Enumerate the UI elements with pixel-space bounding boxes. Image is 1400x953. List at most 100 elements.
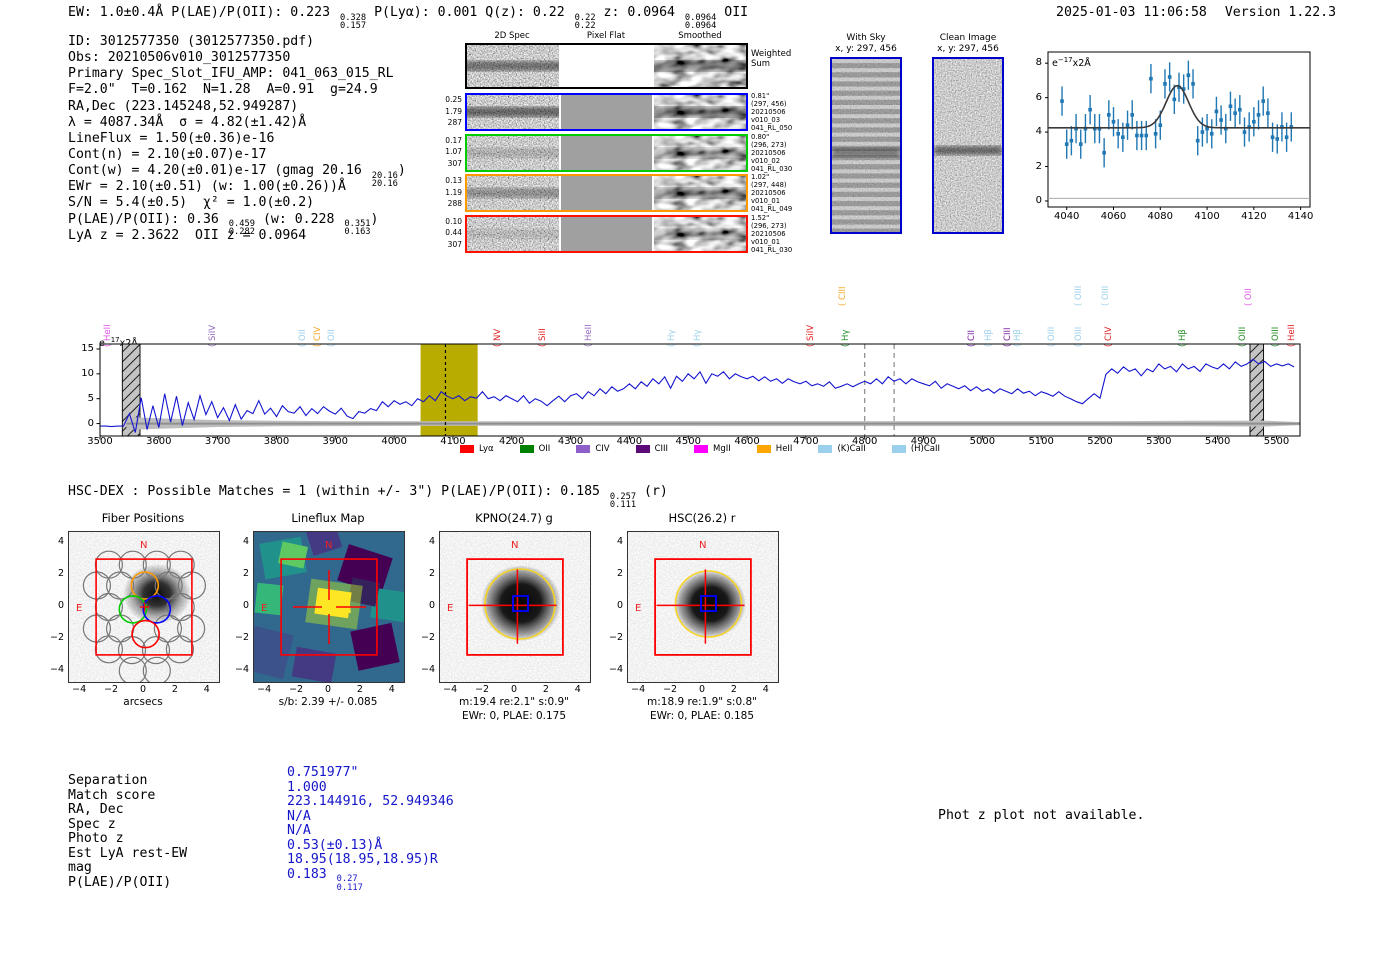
with-sky-coords: x, y: 297, 456 — [835, 44, 897, 54]
spec2d-row-weights: 0.10 0.44 307 — [424, 216, 462, 251]
spec2d-image — [654, 176, 746, 210]
lineflux-image: N E — [254, 532, 404, 682]
meta-line: 0.80" — [751, 132, 770, 141]
info-line: F=2.0" T=0.162 N=1.28 A=0.91 g=24.9 — [68, 82, 378, 98]
stacked-fraction: 20.16 20.16 — [372, 171, 398, 188]
tick-label: −4 — [257, 684, 272, 695]
meta-line: 041_RL_030 — [751, 164, 793, 173]
legend-item: Lyα — [460, 444, 494, 454]
tick-label: 0 — [616, 600, 623, 611]
compass-east: E — [447, 603, 453, 614]
emission-line-label: ( OIII — [1101, 285, 1112, 306]
tick-label: −2 — [475, 684, 490, 695]
meta-line: (296, 273) — [751, 221, 787, 230]
legend-label: (K)CaII — [837, 444, 866, 454]
tick-label: −2 — [289, 684, 304, 695]
stacked-fraction: 0.351 0.163 — [344, 220, 370, 237]
spec2d-header-2dspec: 2D Spec — [494, 31, 530, 41]
clean-image-image — [932, 57, 1004, 234]
summary-line: EW: 1.0±0.4Å P(LAE)/P(OII): 0.223 0.328 0… — [68, 5, 749, 31]
info-line: LineFlux = 1.50(±0.36)e-16 — [68, 130, 275, 146]
info-line: Cont(n) = 2.10(±0.07)e-17 — [68, 146, 267, 162]
spec2d-image — [654, 95, 746, 129]
clean-image-coords: x, y: 297, 456 — [937, 44, 999, 54]
tick-label: 4140 — [1287, 211, 1314, 222]
meta-line: v010_01 — [751, 237, 781, 246]
meta-line: 041_RL_050 — [751, 124, 793, 132]
legend-label: Lyα — [479, 444, 494, 454]
tick-label: 0 — [139, 684, 147, 695]
legend-label: CIII — [654, 444, 669, 454]
tick-label: 4 — [574, 684, 581, 695]
legend-item: (H)CaII — [891, 444, 940, 454]
tick-label: −4 — [608, 663, 623, 675]
spectrum-svg — [96, 343, 1301, 440]
tick-label: 2 — [1035, 160, 1042, 172]
weight-value: 0.10 — [445, 216, 462, 226]
match-row-value: N/A — [287, 808, 311, 824]
spec2d-row-meta: 1.02" (297, 448) 20210506 v010_01 041_RL_049 — [751, 173, 823, 213]
weight-value: 1.79 — [445, 106, 462, 116]
spec2d-row-weights: 0.25 1.79 287 — [424, 94, 462, 129]
fraction-lower: 0.157 — [339, 20, 367, 31]
legend-swatch — [694, 445, 709, 453]
legend-item: OII — [519, 444, 550, 454]
meta-line: 041_RL_049 — [751, 205, 793, 213]
compass-north: N — [325, 540, 332, 551]
tick-label: 2 — [171, 684, 178, 695]
legend-item: CIII — [635, 444, 669, 454]
tick-label: −2 — [608, 631, 623, 643]
tick-label: 2 — [57, 568, 64, 580]
emission-line-label: ( OII — [1243, 288, 1254, 306]
fraction-lower: 0.22 — [574, 20, 596, 31]
stacked-fraction: 0.0964 0.0964 — [685, 13, 716, 30]
tick-label: 4 — [1035, 126, 1042, 138]
fit-plot-area — [1045, 51, 1311, 211]
fiber-title: Fiber Positions — [101, 511, 185, 525]
tick-label: 4 — [203, 684, 210, 695]
hsc-measure-line: m:18.9 re:1.9" s:0.8" — [647, 696, 757, 708]
compass-east: E — [261, 603, 267, 614]
match-row-label: Photo z — [68, 831, 124, 847]
meta-line: 1.52" — [751, 213, 770, 222]
pixel-flat-cell — [561, 95, 652, 129]
tick-label: −2 — [663, 684, 678, 695]
spec2d-image — [467, 176, 559, 210]
legend-swatch — [576, 445, 591, 453]
legend-item: (K)CaII — [818, 444, 866, 454]
weight-value: 0.44 — [445, 228, 462, 237]
tick-label: −2 — [234, 631, 249, 643]
weighted-sum-line: Sum — [751, 59, 771, 69]
meta-line: 0.81" — [751, 92, 770, 100]
pixel-flat-cell — [561, 45, 652, 87]
legend-item: MgII — [694, 444, 731, 454]
match-row-label: P(LAE)/P(OII) — [68, 874, 172, 890]
meta-line: 20210506 — [751, 189, 786, 197]
weighted-sum-label: Weighted Sum — [751, 49, 791, 69]
photz-note: Phot z plot not available. — [938, 808, 1145, 823]
match-row-value: 0.751977" — [287, 765, 359, 780]
tick-label: 0 — [57, 600, 64, 611]
hsc-image: N E — [628, 532, 778, 682]
legend-label: MgII — [713, 444, 731, 454]
kpno-plot: N E — [439, 531, 591, 683]
tick-label: 0 — [1035, 194, 1042, 206]
tick-label: 0 — [698, 684, 706, 695]
match-row-label: Spec z — [68, 816, 116, 832]
spec2d-image — [654, 135, 746, 170]
weight-value: 0.25 — [445, 95, 462, 104]
hsc-dex-line: HSC-DEX : Possible Matches = 1 (within +… — [68, 484, 668, 510]
kpno-image: N E — [440, 532, 590, 682]
tick-label: −4 — [234, 663, 249, 675]
tick-label: 4 — [762, 684, 769, 695]
tick-label: −2 — [420, 631, 435, 643]
spectrum-legend: Lyα OII CIV CIII MgII HeII (K)CaII (H)CaII — [100, 444, 1300, 454]
compass-north: N — [511, 540, 518, 551]
hsc-title: HSC(26.2) r — [668, 511, 736, 525]
kpno-title: KPNO(24.7) g — [475, 511, 553, 525]
spec2d-row — [465, 214, 748, 253]
spec2d-image — [467, 95, 559, 129]
info-line: Primary Spec_Slot_IFU_AMP: 041_063_015_R… — [68, 66, 394, 82]
tick-label: 4 — [388, 684, 395, 695]
tick-label: 4 — [57, 536, 64, 548]
